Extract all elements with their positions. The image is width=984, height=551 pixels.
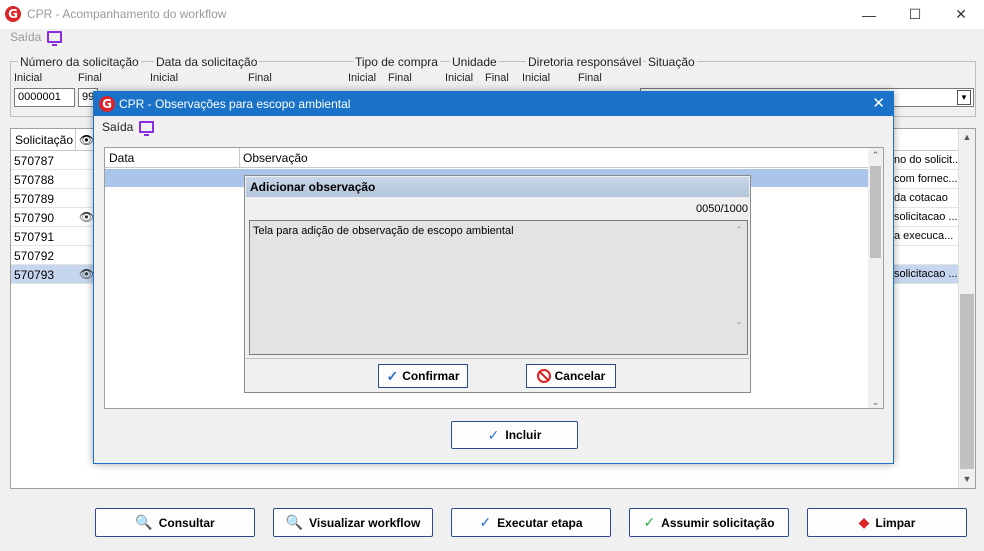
minimize-button[interactable]: — <box>846 0 892 29</box>
diretoria-legend: Diretoria responsável <box>526 55 644 69</box>
numero-legend: Número da solicitação <box>18 55 141 69</box>
observacoes-grid-header: Data Observação <box>105 148 869 168</box>
maximize-button[interactable]: ☐ <box>892 0 938 29</box>
tipo-inicial-label: Inicial <box>348 72 377 84</box>
scroll-up-icon[interactable]: ▲ <box>959 129 975 146</box>
cancel-icon <box>536 369 551 383</box>
numero-inicial-input[interactable]: 0000001 <box>14 88 75 107</box>
grid-scrollbar[interactable]: ▲ ▼ <box>958 129 975 488</box>
col-solicitacao[interactable]: Solicitação <box>15 133 73 147</box>
monitor-icon <box>47 31 63 46</box>
textarea-scrollbar[interactable]: ⌃ ⌄ <box>733 225 745 350</box>
dialog-exit-menu[interactable]: Saída <box>102 120 155 136</box>
observation-textarea[interactable]: Tela para adição de observação de escopo… <box>249 220 748 355</box>
eraser-icon: ◆ <box>858 514 870 530</box>
visualizar-workflow-button[interactable]: 🔍 Visualizar workflow <box>273 508 433 537</box>
unidade-inicial-label: Inicial <box>445 72 474 84</box>
dialog-title: CPR - Observações para escopo ambiental <box>119 97 351 111</box>
limpar-button[interactable]: ◆ Limpar <box>807 508 967 537</box>
cell-solicitacao: 570790 <box>14 211 55 225</box>
scroll-down-icon[interactable]: ▼ <box>959 471 975 488</box>
observation-text: Tela para adição de observação de escopo… <box>253 225 514 237</box>
diretoria-final-label: Final <box>578 72 602 84</box>
scroll-up-icon[interactable]: ⌃ <box>868 150 883 161</box>
dialog-exit-label: Saída <box>102 120 134 134</box>
app-logo-icon: G <box>5 6 21 22</box>
scroll-down-icon[interactable]: ⌄ <box>868 397 883 408</box>
add-panel-buttonbar: ✓ Confirmar Cancelar <box>246 358 749 390</box>
tipo-legend: Tipo de compra <box>353 55 440 69</box>
search-icon: 🔍 <box>285 514 304 530</box>
tipo-final-label: Final <box>388 72 412 84</box>
assumir-solicitacao-button[interactable]: ✓ Assumir solicitação <box>629 508 789 537</box>
cell-solicitacao: 570793 <box>14 268 55 282</box>
cell-solicitacao: 570791 <box>14 230 55 244</box>
incluir-button[interactable]: ✓ Incluir <box>451 421 578 449</box>
observacoes-scrollbar[interactable]: ⌃ ⌄ <box>868 148 883 408</box>
situacao-legend: Situação <box>646 55 697 69</box>
confirmar-button[interactable]: ✓ Confirmar <box>378 364 468 388</box>
cell-observacao: no do solicit... <box>894 154 962 166</box>
visualizar-label: Visualizar workflow <box>309 515 421 530</box>
char-counter: 0050/1000 <box>696 203 748 215</box>
cell-solicitacao: 570789 <box>14 192 55 206</box>
numero-inicial-label: Inicial <box>14 72 43 84</box>
add-observation-panel: Adicionar observação 0050/1000 Tela para… <box>244 175 751 393</box>
confirmar-label: Confirmar <box>402 369 460 383</box>
cell-observacao: da cotacao <box>894 192 948 204</box>
observacoes-dialog: G CPR - Observações para escopo ambienta… <box>93 91 894 464</box>
app-logo-icon: G <box>99 96 115 112</box>
add-observation-header: Adicionar observação <box>246 177 749 197</box>
check-icon: ✓ <box>386 367 399 384</box>
eye-icon: 👁 <box>79 133 95 147</box>
eye-icon: 👁 <box>79 210 95 224</box>
cell-observacao: a execuca... <box>894 230 954 242</box>
unidade-legend: Unidade <box>450 55 499 69</box>
executar-label: Executar etapa <box>497 515 583 530</box>
dialog-close-button[interactable]: ✕ <box>872 94 885 112</box>
eye-icon: 👁 <box>79 267 95 281</box>
exit-menu[interactable]: Saída <box>10 30 63 46</box>
consultar-label: Consultar <box>158 515 215 530</box>
cancelar-label: Cancelar <box>554 369 606 383</box>
numero-final-label: Final <box>78 72 102 84</box>
dialog-titlebar: G CPR - Observações para escopo ambienta… <box>94 92 893 116</box>
col-data[interactable]: Data <box>109 151 134 165</box>
assumir-label: Assumir solicitação <box>661 515 775 530</box>
cell-observacao: com fornec... <box>894 173 958 185</box>
check-icon: ✓ <box>487 426 500 443</box>
grid-col-divider <box>75 129 76 151</box>
cell-solicitacao: 570787 <box>14 154 55 168</box>
executar-etapa-button[interactable]: ✓ Executar etapa <box>451 508 611 537</box>
monitor-icon <box>139 121 155 136</box>
unidade-final-label: Final <box>485 72 509 84</box>
diretoria-inicial-label: Inicial <box>522 72 551 84</box>
close-button[interactable]: ✕ <box>938 0 984 29</box>
main-titlebar: G CPR - Acompanhamento do workflow — ☐ ✕ <box>0 0 984 29</box>
scroll-thumb[interactable] <box>960 294 974 469</box>
window-title: CPR - Acompanhamento do workflow <box>27 7 227 21</box>
consultar-button[interactable]: 🔍 Consultar <box>95 508 255 537</box>
cell-observacao: solicitacao ... <box>894 268 958 280</box>
scroll-thumb[interactable] <box>870 166 881 258</box>
check-icon: ✓ <box>643 514 656 530</box>
check-icon: ✓ <box>479 514 492 530</box>
col-observacao[interactable]: Observação <box>243 151 308 165</box>
search-icon: 🔍 <box>135 514 153 530</box>
chevron-down-icon[interactable]: ▼ <box>957 90 971 105</box>
cell-observacao: solicitacao ... <box>894 211 958 223</box>
data-inicial-label: Inicial <box>150 72 179 84</box>
cell-solicitacao: 570788 <box>14 173 55 187</box>
exit-menu-label: Saída <box>10 30 42 44</box>
cancelar-button[interactable]: Cancelar <box>526 364 616 388</box>
data-final-label: Final <box>248 72 272 84</box>
incluir-label: Incluir <box>505 428 542 442</box>
cell-solicitacao: 570792 <box>14 249 55 263</box>
grid-col-divider <box>239 148 240 168</box>
data-legend: Data da solicitação <box>154 55 260 69</box>
limpar-label: Limpar <box>875 515 916 530</box>
